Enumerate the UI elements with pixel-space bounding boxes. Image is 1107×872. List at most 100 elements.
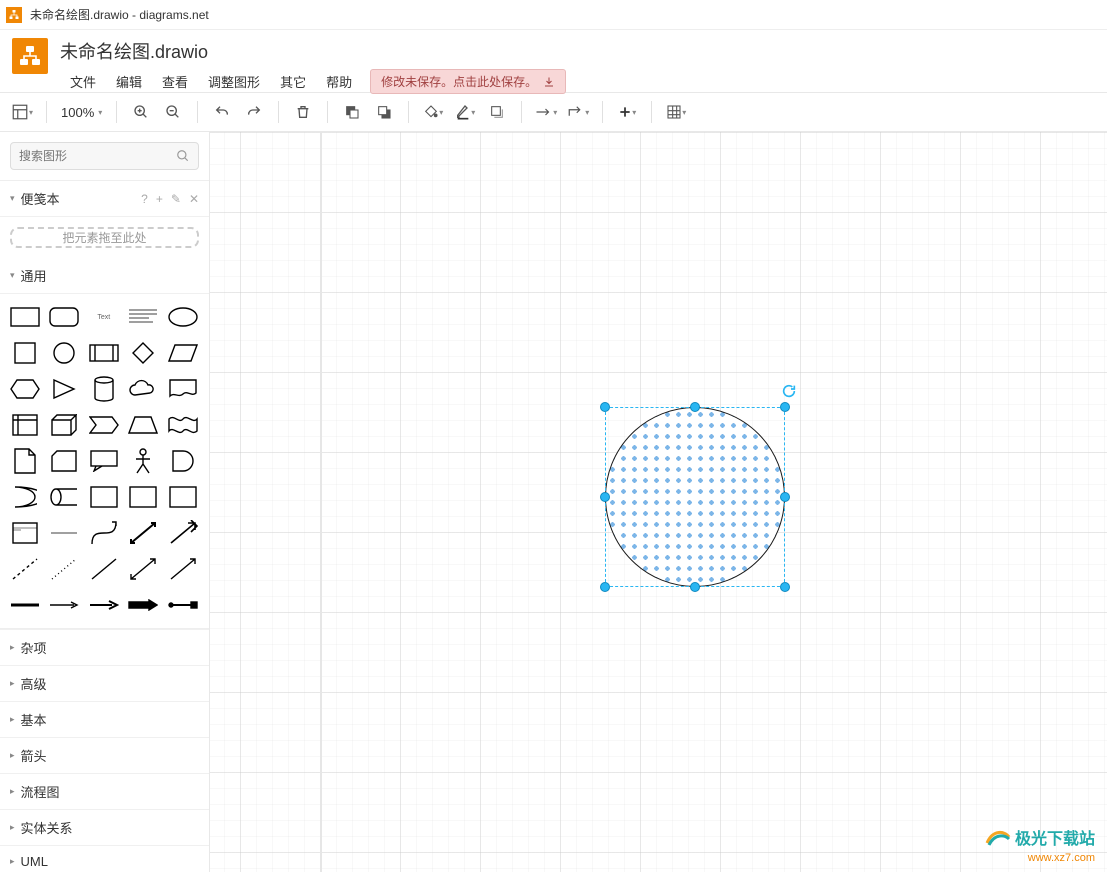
rotate-handle[interactable] — [781, 383, 797, 399]
shape-cube[interactable] — [47, 410, 81, 440]
menu-other[interactable]: 其它 — [270, 68, 316, 95]
shape-bidir-arrow[interactable] — [126, 518, 160, 548]
resize-handle-e[interactable] — [780, 492, 790, 502]
scratchpad-header[interactable]: ▾ 便笺本 ? + ✎ ✕ — [0, 181, 209, 217]
connection-button[interactable]: ▾ — [532, 98, 560, 126]
shape-rect3[interactable] — [126, 482, 160, 512]
resize-handle-se[interactable] — [780, 582, 790, 592]
zoom-out-button[interactable] — [159, 98, 187, 126]
shape-actor[interactable] — [126, 446, 160, 476]
undo-button[interactable] — [208, 98, 236, 126]
shape-tape[interactable] — [166, 410, 200, 440]
view-mode-button[interactable]: ▾ — [8, 98, 36, 126]
delete-button[interactable] — [289, 98, 317, 126]
menu-help[interactable]: 帮助 — [316, 68, 362, 95]
waypoints-button[interactable]: ▾ — [564, 98, 592, 126]
watermark-url: www.xz7.com — [985, 852, 1095, 864]
selected-ellipse-shape[interactable] — [605, 407, 785, 587]
scratchpad-help[interactable]: ? — [141, 192, 148, 206]
separator — [602, 101, 603, 123]
shape-line[interactable] — [87, 554, 121, 584]
table-button[interactable]: ▾ — [662, 98, 690, 126]
scratchpad-close-icon[interactable]: ✕ — [189, 192, 199, 206]
shape-dotted-line[interactable] — [47, 554, 81, 584]
shape-step[interactable] — [87, 410, 121, 440]
shape-diamond[interactable] — [126, 338, 160, 368]
category-arrows[interactable]: ▸箭头 — [0, 737, 209, 773]
shape-thick-arrow[interactable] — [87, 590, 121, 620]
shape-arrow[interactable] — [166, 518, 200, 548]
shape-process[interactable] — [87, 338, 121, 368]
shape-cylinder[interactable] — [87, 374, 121, 404]
shape-thick-line[interactable] — [8, 590, 42, 620]
to-back-button[interactable] — [370, 98, 398, 126]
zoom-value: 100% — [61, 105, 94, 120]
scratchpad-add-icon[interactable]: + — [156, 192, 163, 206]
shape-square[interactable] — [8, 338, 42, 368]
shape-datastore[interactable] — [47, 482, 81, 512]
shape-text[interactable]: Text — [87, 302, 121, 332]
shape-listitem[interactable] — [47, 518, 81, 548]
menu-view[interactable]: 查看 — [152, 68, 198, 95]
shape-internal-storage[interactable] — [8, 410, 42, 440]
category-basic[interactable]: ▸基本 — [0, 701, 209, 737]
shape-hexagon[interactable] — [8, 374, 42, 404]
resize-handle-ne[interactable] — [780, 402, 790, 412]
resize-handle-s[interactable] — [690, 582, 700, 592]
shape-block-arrow[interactable] — [126, 590, 160, 620]
category-uml[interactable]: ▸UML — [0, 845, 209, 872]
search-box[interactable] — [10, 142, 199, 170]
category-misc[interactable]: ▸杂项 — [0, 629, 209, 665]
shape-textbox[interactable] — [126, 302, 160, 332]
to-front-button[interactable] — [338, 98, 366, 126]
logo-icon[interactable] — [12, 38, 48, 74]
insert-button[interactable]: ▾ — [613, 98, 641, 126]
shape-rectangle[interactable] — [8, 302, 42, 332]
shape-parallelogram[interactable] — [166, 338, 200, 368]
category-flowchart[interactable]: ▸流程图 — [0, 773, 209, 809]
category-er[interactable]: ▸实体关系 — [0, 809, 209, 845]
shape-curve[interactable] — [87, 518, 121, 548]
menu-edit[interactable]: 编辑 — [106, 68, 152, 95]
shape-trapezoid[interactable] — [126, 410, 160, 440]
shape-note[interactable] — [8, 446, 42, 476]
shape-document[interactable] — [166, 374, 200, 404]
shape-line-bidir[interactable] — [126, 554, 160, 584]
shape-callout[interactable] — [87, 446, 121, 476]
scratchpad-dropzone[interactable]: 把元素拖至此处 — [10, 227, 199, 248]
redo-button[interactable] — [240, 98, 268, 126]
shape-rect4[interactable] — [166, 482, 200, 512]
zoom-dropdown[interactable]: 100%▾ — [57, 105, 106, 120]
resize-handle-nw[interactable] — [600, 402, 610, 412]
save-warning-button[interactable]: 修改未保存。点击此处保存。 — [370, 69, 566, 94]
shape-rect2[interactable] — [87, 482, 121, 512]
search-input[interactable] — [19, 149, 176, 163]
scratchpad-edit-icon[interactable]: ✎ — [171, 192, 181, 206]
shape-list[interactable] — [8, 518, 42, 548]
menu-adjust[interactable]: 调整图形 — [198, 68, 270, 95]
shape-circle[interactable] — [47, 338, 81, 368]
shape-ellipse[interactable] — [166, 302, 200, 332]
category-advanced[interactable]: ▸高级 — [0, 665, 209, 701]
shape-or[interactable] — [8, 482, 42, 512]
menu-file[interactable]: 文件 — [60, 68, 106, 95]
shadow-button[interactable] — [483, 98, 511, 126]
zoom-in-button[interactable] — [127, 98, 155, 126]
shape-dashed-line[interactable] — [8, 554, 42, 584]
shape-card[interactable] — [47, 446, 81, 476]
shape-triangle[interactable] — [47, 374, 81, 404]
shape-and[interactable] — [166, 446, 200, 476]
general-header[interactable]: ▾ 通用 — [0, 258, 209, 294]
fill-color-button[interactable]: ▾ — [419, 98, 447, 126]
shape-connector[interactable] — [166, 590, 200, 620]
line-color-button[interactable]: ▾ — [451, 98, 479, 126]
shape-thin-arrow[interactable] — [47, 590, 81, 620]
resize-handle-sw[interactable] — [600, 582, 610, 592]
canvas[interactable]: 极光下载站 www.xz7.com — [210, 132, 1107, 872]
resize-handle-n[interactable] — [690, 402, 700, 412]
shape-rounded-rect[interactable] — [47, 302, 81, 332]
document-title[interactable]: 未命名绘图.drawio — [60, 38, 1095, 68]
shape-cloud[interactable] — [126, 374, 160, 404]
resize-handle-w[interactable] — [600, 492, 610, 502]
shape-line-arrow[interactable] — [166, 554, 200, 584]
